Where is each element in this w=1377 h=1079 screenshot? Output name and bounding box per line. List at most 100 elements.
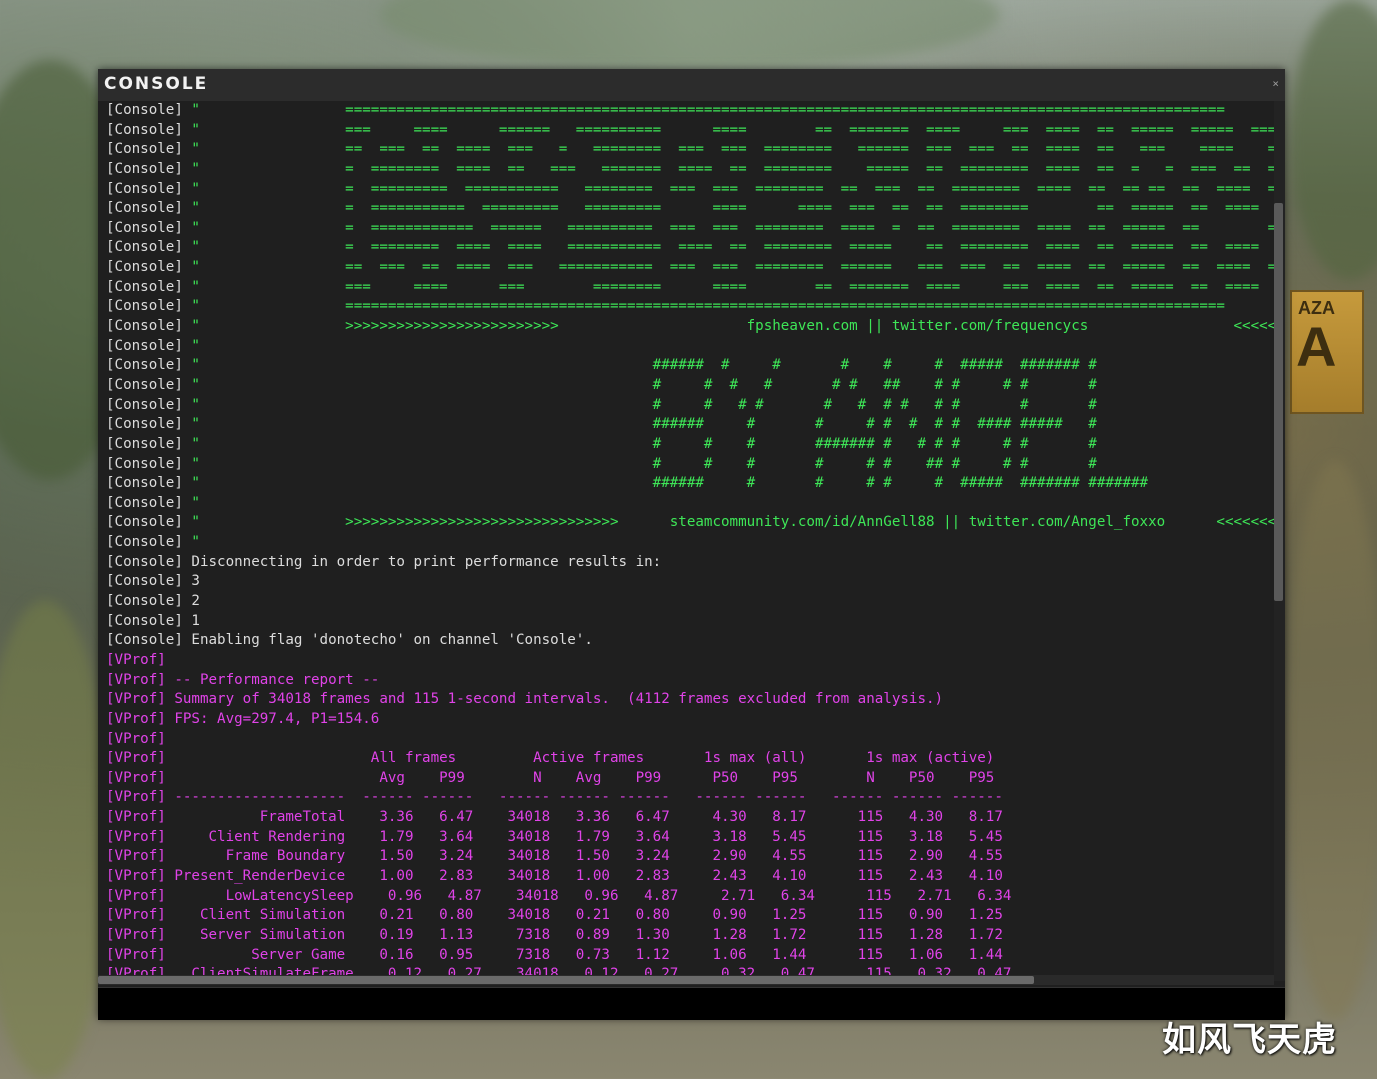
log-line: [VProf] Server Simulation 0.19 1.13 7318… — [106, 926, 1274, 946]
log-line-tag: [Console] — [106, 337, 183, 354]
log-line-tag: [Console] — [106, 534, 183, 551]
log-line-message: " ======================================… — [182, 102, 1225, 118]
log-line-message: 3 — [182, 573, 200, 590]
log-line-message: " # # # # # # # # # # # # — [182, 396, 1097, 413]
log-line-tag: [VProf] — [106, 789, 166, 806]
log-line: [VProf] LowLatencySleep 0.96 4.87 34018 … — [106, 887, 1274, 907]
log-line-message: " = =========== ========= ========= ====… — [182, 200, 1274, 217]
log-line-tag: [VProf] — [106, 907, 166, 924]
log-line: [Console] " = ========= =========== ====… — [106, 180, 1274, 200]
log-line: [VProf] Frame Boundary 1.50 3.24 34018 1… — [106, 847, 1274, 867]
log-line-tag: [VProf] — [106, 946, 166, 963]
background-foliage-top — [380, 0, 1000, 70]
horizontal-scrollbar-thumb[interactable] — [98, 976, 1034, 984]
log-line-tag: [VProf] — [106, 887, 166, 904]
log-line-tag: [VProf] — [106, 730, 166, 747]
log-line-tag: [Console] — [106, 121, 183, 138]
log-line-message: " >>>>>>>>>>>>>>>>>>>>>>>>> fpsheaven.co… — [182, 318, 1274, 335]
close-button[interactable]: × — [1272, 77, 1279, 90]
log-line-message: " # # # ####### # # # # # # # — [182, 435, 1097, 452]
log-line: [VProf] ClientSimulateFrame 0.12 0.27 34… — [106, 965, 1274, 975]
log-line-message: LowLatencySleep 0.96 4.87 34018 0.96 4.8… — [165, 887, 1012, 904]
log-line: [Console] " — [106, 337, 1274, 357]
log-line-tag: [VProf] — [106, 710, 166, 727]
log-line-tag: [VProf] — [106, 809, 166, 826]
log-line: [Console] " — [106, 533, 1274, 553]
log-line-tag: [Console] — [106, 632, 183, 649]
window-title: CONSOLE — [104, 74, 209, 94]
log-line: [Console] " >>>>>>>>>>>>>>>>>>>>>>>>> fp… — [106, 317, 1274, 337]
log-line-message: " = ========= =========== ======== === =… — [182, 180, 1274, 197]
log-line: [VProf] Present_RenderDevice 1.00 2.83 3… — [106, 867, 1274, 887]
log-line-tag: [VProf] — [106, 848, 166, 865]
log-line-tag: [Console] — [106, 357, 183, 374]
vertical-scrollbar-thumb[interactable] — [1274, 203, 1283, 601]
log-line-tag: [Console] — [106, 259, 183, 276]
command-input-bar — [98, 987, 1289, 1020]
console-log[interactable]: [Console] " ============================… — [106, 101, 1274, 975]
log-line: [Console] " # # # # # # ## # # # # — [106, 455, 1274, 475]
log-line-message: Server Game 0.16 0.95 7318 0.73 1.12 1.0… — [165, 946, 1003, 963]
log-line-tag: [Console] — [106, 278, 183, 295]
log-line-message: " — [182, 337, 200, 354]
log-line-tag: [Console] — [106, 239, 183, 256]
log-line-message: Client Simulation 0.21 0.80 34018 0.21 0… — [165, 907, 1003, 924]
log-line-message: " >>>>>>>>>>>>>>>>>>>>>>>>>>>>>>>> steam… — [182, 514, 1274, 531]
log-line-message: FrameTotal 3.36 6.47 34018 3.36 6.47 4.3… — [165, 809, 1003, 826]
log-line-tag: [Console] — [106, 376, 183, 393]
log-line: [Console] " === ==== === ======== ==== =… — [106, 278, 1274, 298]
log-line: [Console] " == === == ==== === =========… — [106, 258, 1274, 278]
log-line-message: " = ======== ==== == === ======= ==== ==… — [182, 160, 1274, 177]
log-line-message: " ###### # # # # # ##### ####### # — [182, 357, 1097, 374]
log-line-tag: [Console] — [106, 573, 183, 590]
log-line-tag: [Console] — [106, 475, 183, 492]
log-line-tag: [VProf] — [106, 651, 166, 668]
log-line: [VProf] — [106, 730, 1274, 750]
log-line-message: " ###### # # # # # ##### ####### ####### — [182, 475, 1149, 492]
log-line-message: " == === == ==== === =========== === ===… — [182, 259, 1274, 276]
log-line: [VProf] Summary of 34018 frames and 115 … — [106, 690, 1274, 710]
log-line-message: ClientSimulateFrame 0.12 0.27 34018 0.12… — [165, 966, 1012, 975]
log-line: [Console] " == === == ==== === = =======… — [106, 140, 1274, 160]
log-line-message: " # # # # # # ## # # # # # — [182, 376, 1097, 393]
log-line-message: -------------------- ------ ------ -----… — [165, 789, 1003, 806]
log-line-message: Frame Boundary 1.50 3.24 34018 1.50 3.24… — [165, 848, 1003, 865]
title-bar[interactable]: CONSOLE × — [98, 69, 1285, 101]
log-line-message: " == === == ==== === = ======== === === … — [182, 141, 1274, 158]
log-line-tag: [Console] — [106, 396, 183, 413]
log-line: [Console] " # # # # # # ## # # # # # — [106, 376, 1274, 396]
background-foliage-right — [1290, 0, 1377, 280]
log-line: [Console] " ============================… — [106, 101, 1274, 121]
log-line: [Console] 1 — [106, 612, 1274, 632]
log-line-tag: [Console] — [106, 141, 183, 158]
log-line: [Console] 2 — [106, 592, 1274, 612]
log-line: [Console] " — [106, 494, 1274, 514]
log-line-message: 1 — [182, 612, 200, 629]
log-line-tag: [VProf] — [106, 926, 166, 943]
log-line: [Console] 3 — [106, 572, 1274, 592]
log-line-message: " = ======== ==== ==== =========== ==== … — [182, 239, 1274, 256]
log-line: [Console] " === ==== ====== ========== =… — [106, 121, 1274, 141]
log-line: [VProf] All frames Active frames 1s max … — [106, 749, 1274, 769]
log-line-message: Avg P99 N Avg P99 P50 P95 N P50 P95 — [165, 769, 995, 786]
log-line-message: All frames Active frames 1s max (all) 1s… — [165, 750, 995, 767]
log-line-message: Client Rendering 1.79 3.64 34018 1.79 3.… — [165, 828, 1003, 845]
log-line-tag: [Console] — [106, 553, 183, 570]
log-line-message: " — [182, 494, 200, 511]
watermark: 如风飞天虎 — [1162, 1020, 1337, 1060]
log-line: [VProf] -------------------- ------ ----… — [106, 788, 1274, 808]
log-line-tag: [VProf] — [106, 828, 166, 845]
log-line-message: FPS: Avg=297.4, P1=154.6 — [165, 710, 380, 727]
log-line: [VProf] FPS: Avg=297.4, P1=154.6 — [106, 710, 1274, 730]
log-line-message: Present_RenderDevice 1.00 2.83 34018 1.0… — [165, 867, 1003, 884]
command-input[interactable] — [98, 988, 1289, 1020]
log-line: [Console] " = ======== ==== ==== =======… — [106, 238, 1274, 258]
log-line-message: Server Simulation 0.19 1.13 7318 0.89 1.… — [165, 926, 1003, 943]
log-line: [VProf] — [106, 651, 1274, 671]
log-line-tag: [VProf] — [106, 750, 166, 767]
log-line-tag: [Console] — [106, 593, 183, 610]
log-line-tag: [VProf] — [106, 966, 166, 975]
log-line-message: " ======================================… — [182, 298, 1225, 315]
log-line: [VProf] Avg P99 N Avg P99 P50 P95 N P50 … — [106, 769, 1274, 789]
log-line-tag: [Console] — [106, 180, 183, 197]
